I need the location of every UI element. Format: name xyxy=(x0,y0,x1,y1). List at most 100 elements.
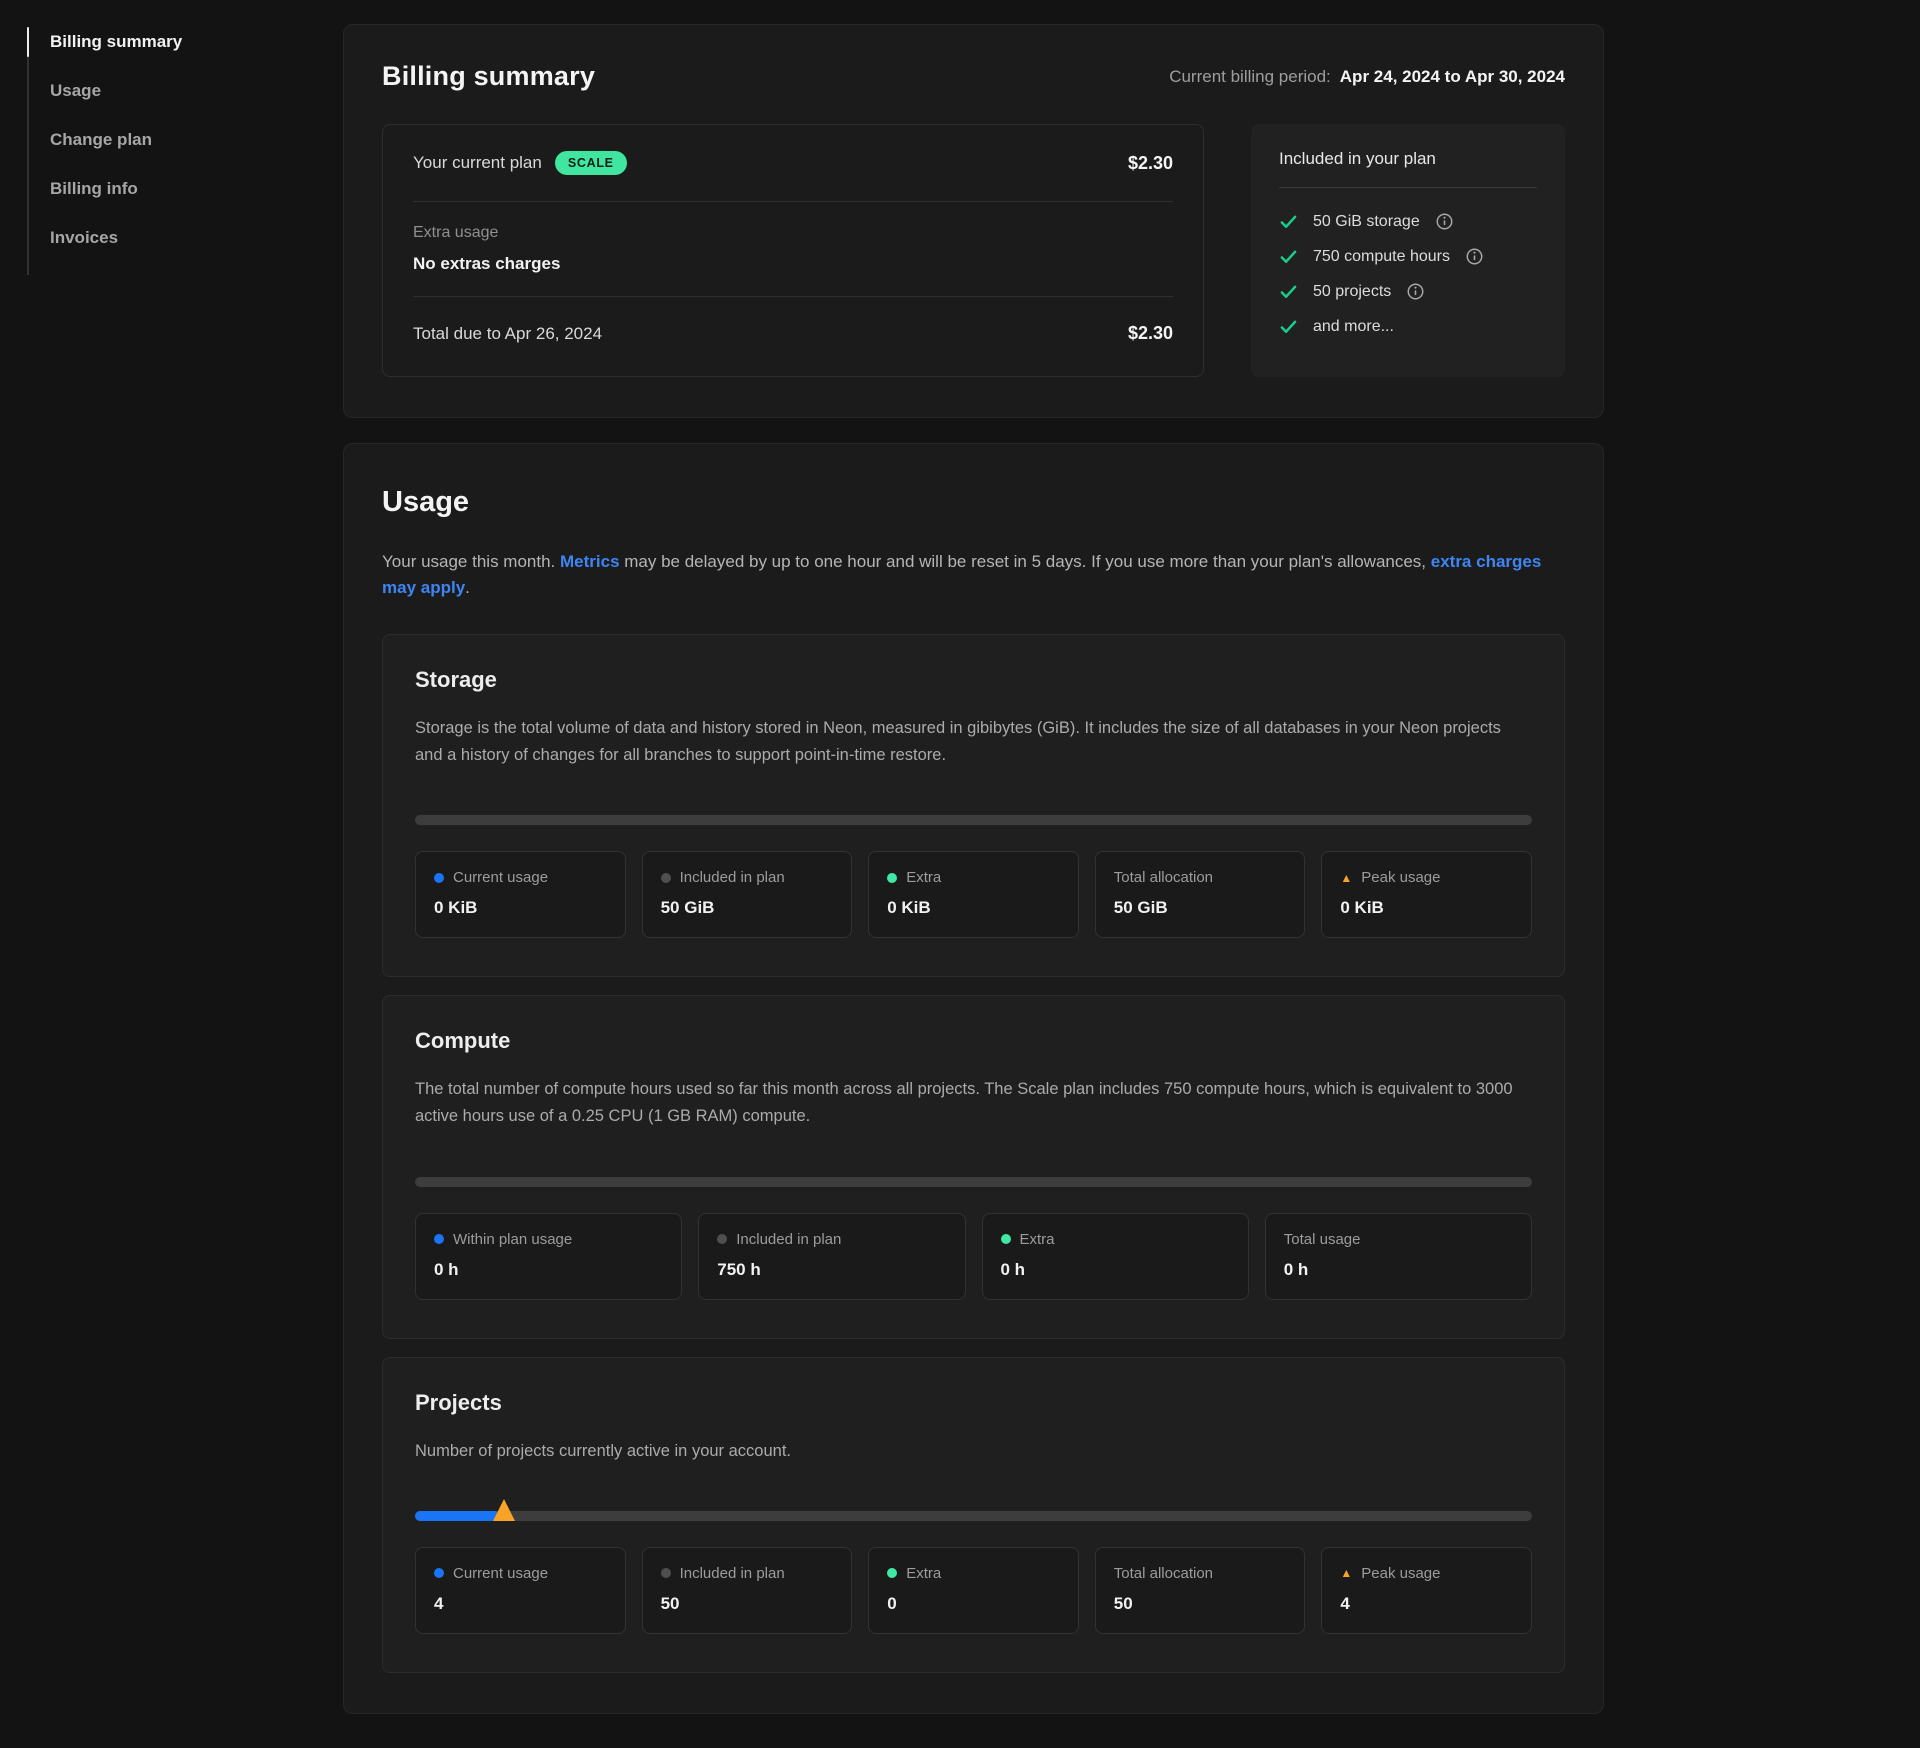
stat-value: 4 xyxy=(434,1594,607,1614)
stat-label: Extra xyxy=(906,1565,941,1582)
billing-summary-card: Billing summary Current billing period:A… xyxy=(343,24,1604,418)
storage-title: Storage xyxy=(415,667,1532,693)
current-plan-label: Your current plan xyxy=(413,153,542,173)
compute-progress-bar xyxy=(415,1177,1532,1187)
metrics-link[interactable]: Metrics xyxy=(560,552,620,571)
projects-stats: Current usage 4 Included in plan 50 Extr… xyxy=(415,1547,1532,1634)
included-item-more: and more... xyxy=(1279,317,1537,336)
info-icon[interactable] xyxy=(1436,213,1453,230)
storage-description: Storage is the total volume of data and … xyxy=(415,715,1532,769)
included-in-plan-title: Included in your plan xyxy=(1279,149,1537,169)
usage-description-text: Your usage this month. xyxy=(382,552,560,571)
total-due-amount: $2.30 xyxy=(1128,323,1173,344)
included-in-plan-list: 50 GiB storage 750 compute hours 50 proj… xyxy=(1279,212,1537,336)
projects-progress-bar xyxy=(415,1511,1532,1521)
projects-title: Projects xyxy=(415,1390,1532,1416)
stat-value: 750 h xyxy=(717,1260,946,1280)
checkmark-icon xyxy=(1279,282,1298,301)
included-item-compute: 750 compute hours xyxy=(1279,247,1537,266)
compute-title: Compute xyxy=(415,1028,1532,1054)
checkmark-icon xyxy=(1279,212,1298,231)
stat-value: 0 KiB xyxy=(887,898,1060,918)
nav-track-line xyxy=(27,32,29,275)
total-due-row: Total due to Apr 26, 2024 $2.30 xyxy=(413,297,1173,370)
included-dot-icon xyxy=(661,1568,671,1578)
extra-dot-icon xyxy=(887,1568,897,1578)
stat-value: 50 GiB xyxy=(1114,898,1287,918)
stat-extra: Extra 0 xyxy=(868,1547,1079,1634)
current-usage-dot-icon xyxy=(434,873,444,883)
sidebar-item-invoices[interactable]: Invoices xyxy=(50,226,343,250)
included-dot-icon xyxy=(717,1234,727,1244)
compute-description: The total number of compute hours used s… xyxy=(415,1076,1532,1130)
extra-usage-row: Extra usage No extras charges xyxy=(413,202,1173,296)
stat-value: 4 xyxy=(1340,1594,1513,1614)
storage-progress-bar xyxy=(415,815,1532,825)
info-icon[interactable] xyxy=(1466,248,1483,265)
stat-label: Included in plan xyxy=(736,1231,841,1248)
compute-stats: Within plan usage 0 h Included in plan 7… xyxy=(415,1213,1532,1300)
usage-description: Your usage this month. Metrics may be de… xyxy=(382,549,1547,602)
stat-peak-usage: ▲Peak usage 4 xyxy=(1321,1547,1532,1634)
stat-extra: Extra 0 KiB xyxy=(868,851,1079,938)
stat-value: 0 KiB xyxy=(434,898,607,918)
stat-label: Extra xyxy=(1020,1231,1055,1248)
stat-total-usage: Total usage 0 h xyxy=(1265,1213,1532,1300)
divider xyxy=(1279,187,1537,188)
stat-label: Total usage xyxy=(1284,1231,1361,1248)
extra-dot-icon xyxy=(1001,1234,1011,1244)
total-due-label: Total due to Apr 26, 2024 xyxy=(413,324,602,344)
stat-label: Included in plan xyxy=(680,869,785,886)
usage-card: Usage Your usage this month. Metrics may… xyxy=(343,443,1604,1714)
sidebar-item-change-plan[interactable]: Change plan xyxy=(50,128,343,152)
stat-included-in-plan: Included in plan 50 GiB xyxy=(642,851,853,938)
stat-value: 0 h xyxy=(1001,1260,1230,1280)
stat-label: Extra xyxy=(906,869,941,886)
stat-label: Within plan usage xyxy=(453,1231,572,1248)
stat-included-in-plan: Included in plan 50 xyxy=(642,1547,853,1634)
stat-label: Current usage xyxy=(453,1565,548,1582)
stat-value: 50 xyxy=(661,1594,834,1614)
projects-section: Projects Number of projects currently ac… xyxy=(382,1357,1565,1673)
compute-section: Compute The total number of compute hour… xyxy=(382,995,1565,1338)
projects-peak-marker-icon xyxy=(493,1499,515,1521)
peak-usage-triangle-icon: ▲ xyxy=(1340,872,1352,884)
extra-usage-value: No extras charges xyxy=(413,254,560,274)
within-plan-dot-icon xyxy=(434,1234,444,1244)
sidebar-item-usage[interactable]: Usage xyxy=(50,79,343,103)
stat-extra: Extra 0 h xyxy=(982,1213,1249,1300)
stat-included-in-plan: Included in plan 750 h xyxy=(698,1213,965,1300)
billing-summary-header: Billing summary Current billing period:A… xyxy=(382,61,1565,92)
billing-period-label: Current billing period: xyxy=(1169,67,1331,86)
info-icon[interactable] xyxy=(1407,283,1424,300)
stat-value: 0 h xyxy=(434,1260,663,1280)
current-plan-label-group: Your current plan SCALE xyxy=(413,151,627,175)
included-in-plan-panel: Included in your plan 50 GiB storage 750… xyxy=(1251,124,1565,377)
stat-peak-usage: ▲ Peak usage 0 KiB xyxy=(1321,851,1532,938)
plan-badge: SCALE xyxy=(555,151,627,175)
current-usage-dot-icon xyxy=(434,1568,444,1578)
included-dot-icon xyxy=(661,873,671,883)
extra-dot-icon xyxy=(887,873,897,883)
stat-label: Total allocation xyxy=(1114,1565,1213,1582)
page-title: Billing summary xyxy=(382,61,595,92)
billing-nav: Billing summary Usage Change plan Billin… xyxy=(27,30,343,250)
current-plan-row: Your current plan SCALE $2.30 xyxy=(413,125,1173,201)
stat-label: Peak usage xyxy=(1361,869,1440,886)
plan-amount: $2.30 xyxy=(1128,153,1173,174)
billing-summary-body: Your current plan SCALE $2.30 Extra usag… xyxy=(382,124,1565,377)
peak-usage-triangle-icon: ▲ xyxy=(1340,1567,1352,1579)
stat-label: Included in plan xyxy=(680,1565,785,1582)
billing-page: Billing summary Usage Change plan Billin… xyxy=(0,0,1920,1714)
billing-period: Current billing period:Apr 24, 2024 to A… xyxy=(1169,67,1565,87)
sidebar-item-billing-info[interactable]: Billing info xyxy=(50,177,343,201)
stat-value: 0 xyxy=(887,1594,1060,1614)
plan-summary-panel: Your current plan SCALE $2.30 Extra usag… xyxy=(382,124,1204,377)
main-content: Billing summary Current billing period:A… xyxy=(343,0,1604,1714)
stat-value: 0 h xyxy=(1284,1260,1513,1280)
included-item-label: 50 GiB storage xyxy=(1313,213,1420,231)
included-item-label: 750 compute hours xyxy=(1313,248,1450,266)
stat-value: 0 KiB xyxy=(1340,898,1513,918)
sidebar-item-billing-summary[interactable]: Billing summary xyxy=(50,30,343,54)
stat-within-plan-usage: Within plan usage 0 h xyxy=(415,1213,682,1300)
